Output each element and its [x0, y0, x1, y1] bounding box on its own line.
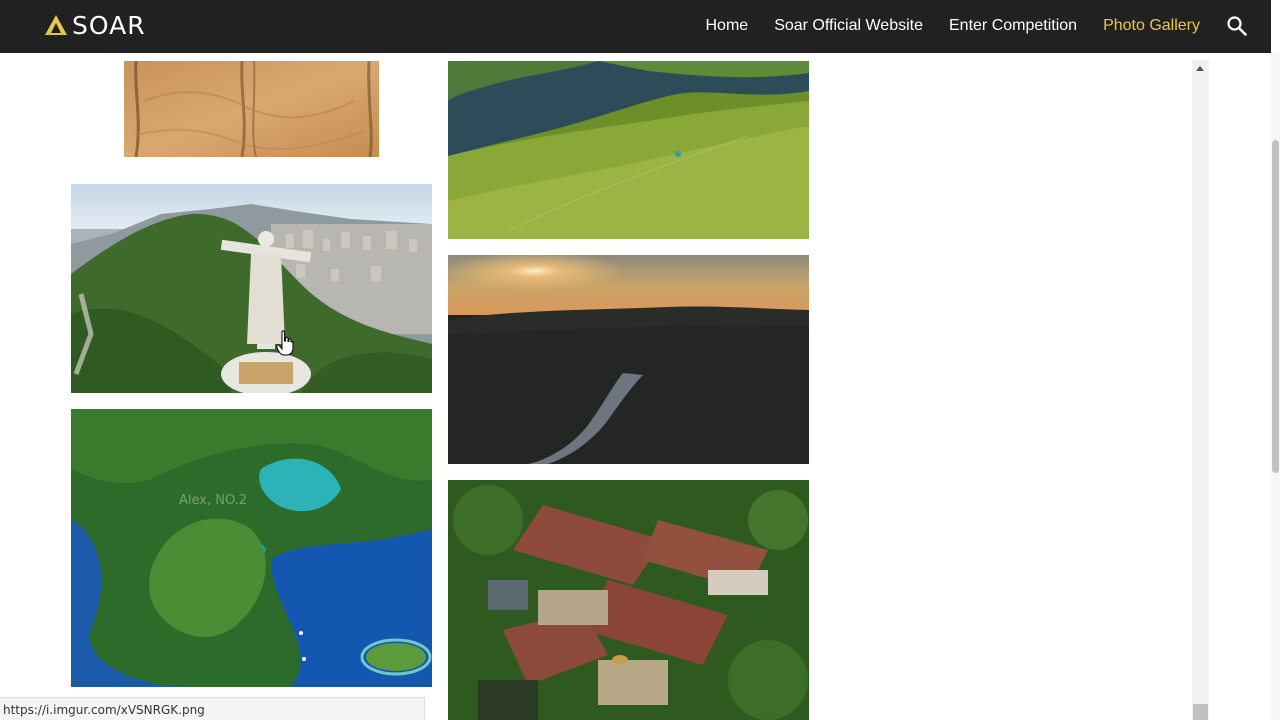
nav-enter-competition[interactable]: Enter Competition: [949, 17, 1077, 35]
sunset-river-valley-photo[interactable]: [448, 255, 809, 464]
hand-cursor-icon: [276, 330, 294, 356]
photo-watermark: Alex, NO.2: [179, 493, 247, 508]
browser-status-bar: https://i.imgur.com/xVSNRGK.png: [0, 697, 425, 720]
page-scrollbar[interactable]: [1271, 53, 1280, 720]
page-scrollbar-thumb[interactable]: [1272, 140, 1279, 473]
village-rooftops-photo[interactable]: [448, 480, 809, 720]
gallery-scrollbar-thumb[interactable]: [1193, 704, 1208, 720]
brand-name: SOAR: [72, 10, 146, 40]
top-navigation-bar: SOAR Home Soar Official Website Enter Co…: [0, 0, 1271, 53]
soar-logo-icon: [45, 15, 67, 35]
scroll-up-arrow-icon[interactable]: [1196, 66, 1204, 71]
search-icon[interactable]: [1226, 15, 1248, 37]
green-hills-lake-photo[interactable]: [448, 61, 809, 239]
nav-soar-official-website[interactable]: Soar Official Website: [774, 17, 923, 35]
christ-statue-city-photo[interactable]: [71, 184, 432, 393]
soar-logo[interactable]: SOAR: [44, 10, 146, 40]
nav-home[interactable]: Home: [706, 17, 749, 35]
turquoise-lakes-forest-photo[interactable]: Alex, NO.2: [71, 409, 432, 687]
desert-sand-photo[interactable]: [124, 61, 379, 157]
nav-photo-gallery[interactable]: Photo Gallery: [1103, 17, 1200, 35]
gallery-scrollbar[interactable]: [1192, 60, 1209, 720]
main-nav: Home Soar Official Website Enter Competi…: [680, 0, 1249, 51]
status-url: https://i.imgur.com/xVSNRGK.png: [3, 703, 205, 717]
